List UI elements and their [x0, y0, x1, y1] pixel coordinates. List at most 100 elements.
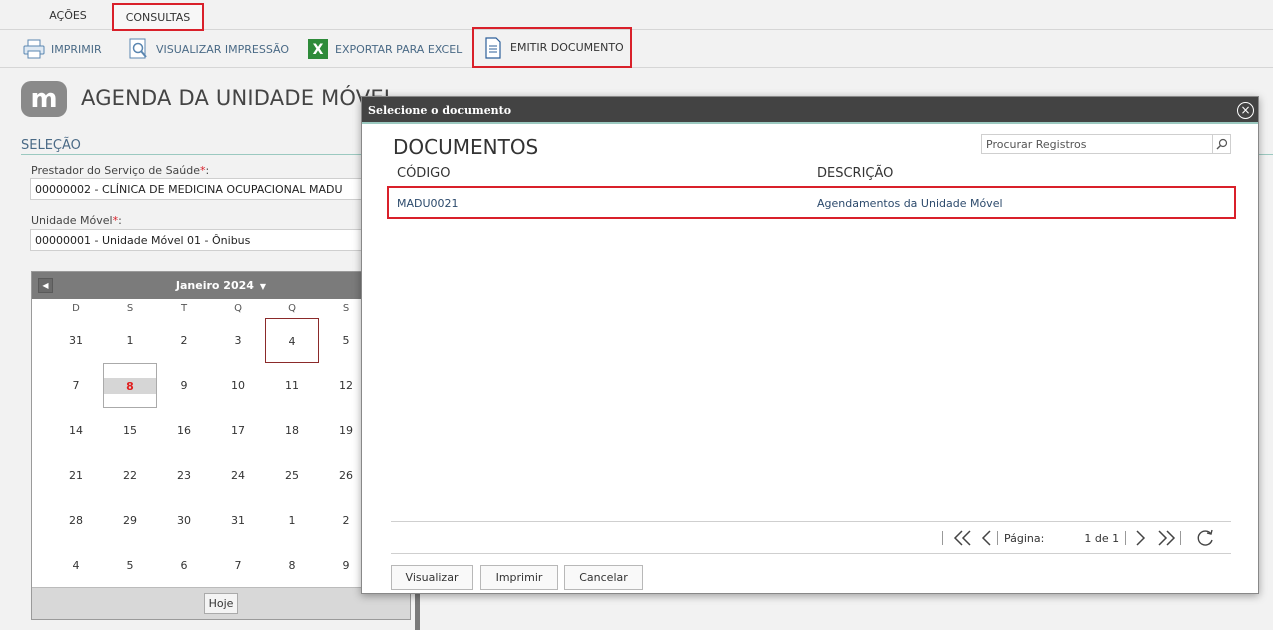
- calendar-day[interactable]: 15: [103, 408, 157, 453]
- svg-text:X: X: [313, 42, 324, 58]
- calendar-day[interactable]: 8: [103, 363, 157, 408]
- calendar-day-number: 24: [231, 469, 245, 482]
- calendar-day[interactable]: 31: [211, 498, 265, 543]
- calendar-header: ◀ Janeiro 2024 ▼: [32, 272, 410, 299]
- calendar-day-number: 29: [123, 514, 137, 527]
- prev-page-icon[interactable]: [981, 530, 993, 546]
- calendar-day[interactable]: 18: [265, 408, 319, 453]
- weekday-header: D: [72, 303, 80, 314]
- calendar-day-number: 31: [69, 334, 83, 347]
- search-input[interactable]: [982, 135, 1210, 153]
- calendar-day[interactable]: 22: [103, 453, 157, 498]
- weekday-header: S: [126, 303, 134, 314]
- calendar-day[interactable]: 2: [157, 318, 211, 363]
- calendar-day-number: 2: [342, 514, 350, 527]
- column-header-descricao[interactable]: DESCRIÇÃO: [817, 166, 893, 181]
- calendar-day[interactable]: 29: [103, 498, 157, 543]
- calendar-day[interactable]: 3: [211, 318, 265, 363]
- calendar-day[interactable]: 1: [103, 318, 157, 363]
- calendar-day-number: 2: [180, 334, 188, 347]
- refresh-icon[interactable]: [1195, 528, 1215, 548]
- calendar-day[interactable]: 11: [265, 363, 319, 408]
- calendar-day[interactable]: 23: [157, 453, 211, 498]
- page-value: 1 de 1: [1084, 531, 1120, 545]
- calendar-day-number: 19: [339, 424, 353, 437]
- calendar-day[interactable]: 10: [211, 363, 265, 408]
- calendar-day-number: 26: [339, 469, 353, 482]
- last-page-icon[interactable]: [1156, 530, 1176, 546]
- calendar-day[interactable]: 7: [49, 363, 103, 408]
- calendar-day-number: 12: [339, 379, 353, 392]
- export-excel-label: EXPORTAR PARA EXCEL: [335, 42, 463, 56]
- table-row[interactable]: MADU0021 Agendamentos da Unidade Móvel: [387, 186, 1236, 219]
- calendar-day[interactable]: 7: [211, 543, 265, 588]
- cancelar-button[interactable]: Cancelar: [564, 565, 643, 590]
- search-icon[interactable]: [1212, 135, 1230, 153]
- prestador-colon: :: [205, 164, 210, 177]
- calendar: ◀ Janeiro 2024 ▼ D S T Q Q S 31 1 2 3 4 5 7 8 9 10 11 12 14…: [31, 271, 411, 620]
- prestador-field[interactable]: 00000002 - CLÍNICA DE MEDICINA OCUPACION…: [30, 178, 370, 200]
- print-preview-button[interactable]: VISUALIZAR IMPRESSÃO: [128, 36, 289, 62]
- section-title: SELEÇÃO: [21, 138, 81, 153]
- calendar-day-number: 25: [285, 469, 299, 482]
- prestador-label: Prestador do Serviço de Saúde*:: [31, 164, 209, 177]
- calendar-day-number: 9: [342, 559, 350, 572]
- row-codigo: MADU0021: [397, 197, 459, 210]
- pager-separator: [1180, 531, 1182, 545]
- next-page-icon[interactable]: [1134, 530, 1146, 546]
- print-button[interactable]: IMPRIMIR: [23, 36, 102, 62]
- menu-tab-acoes[interactable]: AÇÕES: [40, 5, 96, 27]
- calendar-day[interactable]: 5: [103, 543, 157, 588]
- printer-icon: [23, 38, 45, 60]
- top-menu-bar: AÇÕES CONSULTAS: [0, 0, 1273, 31]
- row-descricao: Agendamentos da Unidade Móvel: [817, 197, 1003, 210]
- calendar-day[interactable]: 25: [265, 453, 319, 498]
- search-box: [981, 134, 1231, 154]
- unidade-colon: :: [118, 214, 122, 227]
- calendar-day[interactable]: 24: [211, 453, 265, 498]
- pager-top-divider: [391, 521, 1231, 522]
- export-excel-button[interactable]: X EXPORTAR PARA EXCEL: [307, 36, 462, 62]
- print-preview-icon: [128, 38, 150, 60]
- toolbar: IMPRIMIR VISUALIZAR IMPRESSÃO X EXPORTAR…: [0, 27, 1273, 68]
- calendar-day-number: 8: [126, 380, 134, 393]
- calendar-day-number: 16: [177, 424, 191, 437]
- today-button[interactable]: Hoje: [204, 593, 238, 614]
- calendar-month-selector[interactable]: Janeiro 2024 ▼: [32, 279, 410, 292]
- calendar-day[interactable]: 21: [49, 453, 103, 498]
- imprimir-button[interactable]: Imprimir: [480, 565, 558, 590]
- weekday-header: Q: [234, 303, 242, 314]
- calendar-day-number: 5: [342, 334, 350, 347]
- calendar-day-number: 17: [231, 424, 245, 437]
- document-icon: [482, 36, 504, 59]
- first-page-icon[interactable]: [953, 530, 973, 546]
- pager-separator: [942, 531, 943, 545]
- calendar-day[interactable]: 30: [157, 498, 211, 543]
- calendar-day[interactable]: 4: [265, 318, 319, 363]
- calendar-day[interactable]: 6: [157, 543, 211, 588]
- calendar-day[interactable]: 16: [157, 408, 211, 453]
- calendar-day[interactable]: 8: [265, 543, 319, 588]
- calendar-day[interactable]: 31: [49, 318, 103, 363]
- calendar-day-number: 1: [288, 514, 296, 527]
- column-header-codigo[interactable]: CÓDIGO: [397, 166, 450, 181]
- pager-separator: [997, 531, 998, 545]
- close-icon[interactable]: ×: [1237, 102, 1254, 119]
- caret-down-icon: ▼: [259, 282, 267, 291]
- emit-document-button[interactable]: EMITIR DOCUMENTO: [472, 27, 632, 68]
- splitter[interactable]: [415, 592, 420, 630]
- visualizar-button[interactable]: Visualizar: [391, 565, 473, 590]
- unidade-label: Unidade Móvel*:: [31, 214, 122, 227]
- calendar-day[interactable]: 28: [49, 498, 103, 543]
- pager-bottom-divider: [391, 553, 1231, 554]
- calendar-day-number: 4: [72, 559, 80, 572]
- calendar-day[interactable]: 17: [211, 408, 265, 453]
- calendar-day[interactable]: 9: [157, 363, 211, 408]
- calendar-day-number: 11: [285, 379, 299, 392]
- unidade-field[interactable]: 00000001 - Unidade Móvel 01 - Ônibus: [30, 229, 370, 251]
- calendar-day[interactable]: 4: [49, 543, 103, 588]
- menu-tab-consultas[interactable]: CONSULTAS: [112, 3, 204, 31]
- calendar-day[interactable]: 1: [265, 498, 319, 543]
- calendar-day[interactable]: 14: [49, 408, 103, 453]
- calendar-day-number: 21: [69, 469, 83, 482]
